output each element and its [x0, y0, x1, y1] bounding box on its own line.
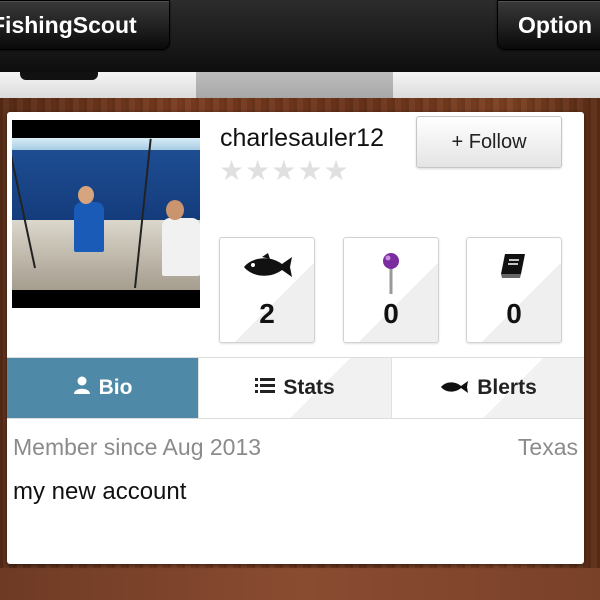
- top-navbar: FishingScout Option: [0, 0, 600, 73]
- fish-icon: [439, 376, 469, 400]
- options-label: Option: [518, 11, 593, 38]
- app-title: FishingScout: [0, 11, 137, 38]
- profile-tabs: Bio Stats Blerts: [7, 357, 584, 419]
- bio-text: my new account: [13, 478, 187, 505]
- profile-card: charlesauler12 ★★★★★ + Follow 2 0 0 Bio …: [7, 112, 584, 564]
- wood-background-bottom: [0, 568, 600, 600]
- photo-person: [74, 202, 104, 252]
- profile-username: charlesauler12: [220, 124, 384, 152]
- star-icon: ★: [219, 155, 246, 186]
- photo-person-head: [78, 186, 94, 204]
- stat-catches[interactable]: 2: [219, 237, 315, 343]
- stat-spots-value: 0: [383, 298, 399, 329]
- star-rating: ★★★★★: [219, 154, 350, 187]
- profile-photo[interactable]: [12, 120, 200, 308]
- tab-stats-label: Stats: [283, 376, 335, 399]
- stat-logbook-value: 0: [506, 298, 522, 329]
- stat-spots[interactable]: 0: [343, 237, 439, 343]
- toolbar-tab-left[interactable]: [20, 72, 98, 80]
- tab-bio-label: Bio: [98, 376, 133, 399]
- star-icon: ★: [245, 155, 272, 186]
- location: Texas: [517, 434, 578, 460]
- star-icon: ★: [297, 155, 324, 186]
- photo-person-head: [166, 200, 184, 220]
- star-icon: ★: [271, 155, 298, 186]
- book-icon: [467, 252, 561, 285]
- list-icon: [255, 376, 276, 400]
- app-title-button[interactable]: FishingScout: [0, 0, 170, 50]
- photo-person: [162, 218, 200, 276]
- member-since: Member since Aug 2013: [13, 434, 262, 460]
- follow-button[interactable]: + Follow: [416, 116, 562, 168]
- tab-bio[interactable]: Bio: [7, 358, 198, 418]
- options-button[interactable]: Option: [497, 0, 600, 50]
- sub-toolbar: [0, 72, 600, 98]
- stat-catches-value: 2: [259, 298, 275, 329]
- user-icon: [73, 376, 91, 400]
- tab-blerts[interactable]: Blerts: [392, 358, 584, 418]
- fish-icon: [220, 252, 314, 287]
- stat-logbook[interactable]: 0: [466, 237, 562, 343]
- tab-blerts-label: Blerts: [477, 376, 537, 399]
- star-icon: ★: [323, 155, 350, 186]
- toolbar-tab-selected[interactable]: [196, 72, 393, 98]
- map-pin-icon: [344, 252, 438, 299]
- tab-stats[interactable]: Stats: [198, 358, 392, 418]
